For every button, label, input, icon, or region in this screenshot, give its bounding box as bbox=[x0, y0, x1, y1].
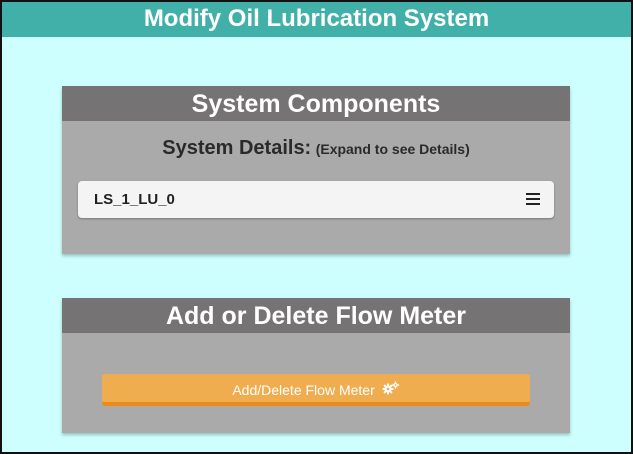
add-delete-flow-meter-button[interactable]: Add/Delete Flow Meter bbox=[102, 374, 530, 406]
page-title: Modify Oil Lubrication System bbox=[2, 2, 631, 37]
gears-icon bbox=[382, 374, 400, 406]
app-window: Modify Oil Lubrication System System Com… bbox=[0, 0, 633, 454]
system-components-panel: System Components System Details: (Expan… bbox=[62, 86, 570, 254]
system-details-label: System Details: bbox=[162, 137, 312, 159]
flow-meter-panel: Add or Delete Flow Meter Add/Delete Flow… bbox=[62, 298, 570, 433]
system-components-header: System Components bbox=[62, 86, 570, 121]
system-item-ls-1-lu-0[interactable]: LS_1_LU_0 bbox=[78, 181, 554, 218]
system-item-label: LS_1_LU_0 bbox=[94, 191, 175, 208]
add-delete-flow-meter-label: Add/Delete Flow Meter bbox=[232, 382, 375, 398]
system-details-hint: (Expand to see Details) bbox=[315, 141, 470, 157]
hamburger-menu-icon[interactable] bbox=[526, 193, 540, 205]
system-details-heading: System Details: (Expand to see Details) bbox=[62, 137, 570, 160]
flow-meter-header: Add or Delete Flow Meter bbox=[62, 298, 570, 333]
